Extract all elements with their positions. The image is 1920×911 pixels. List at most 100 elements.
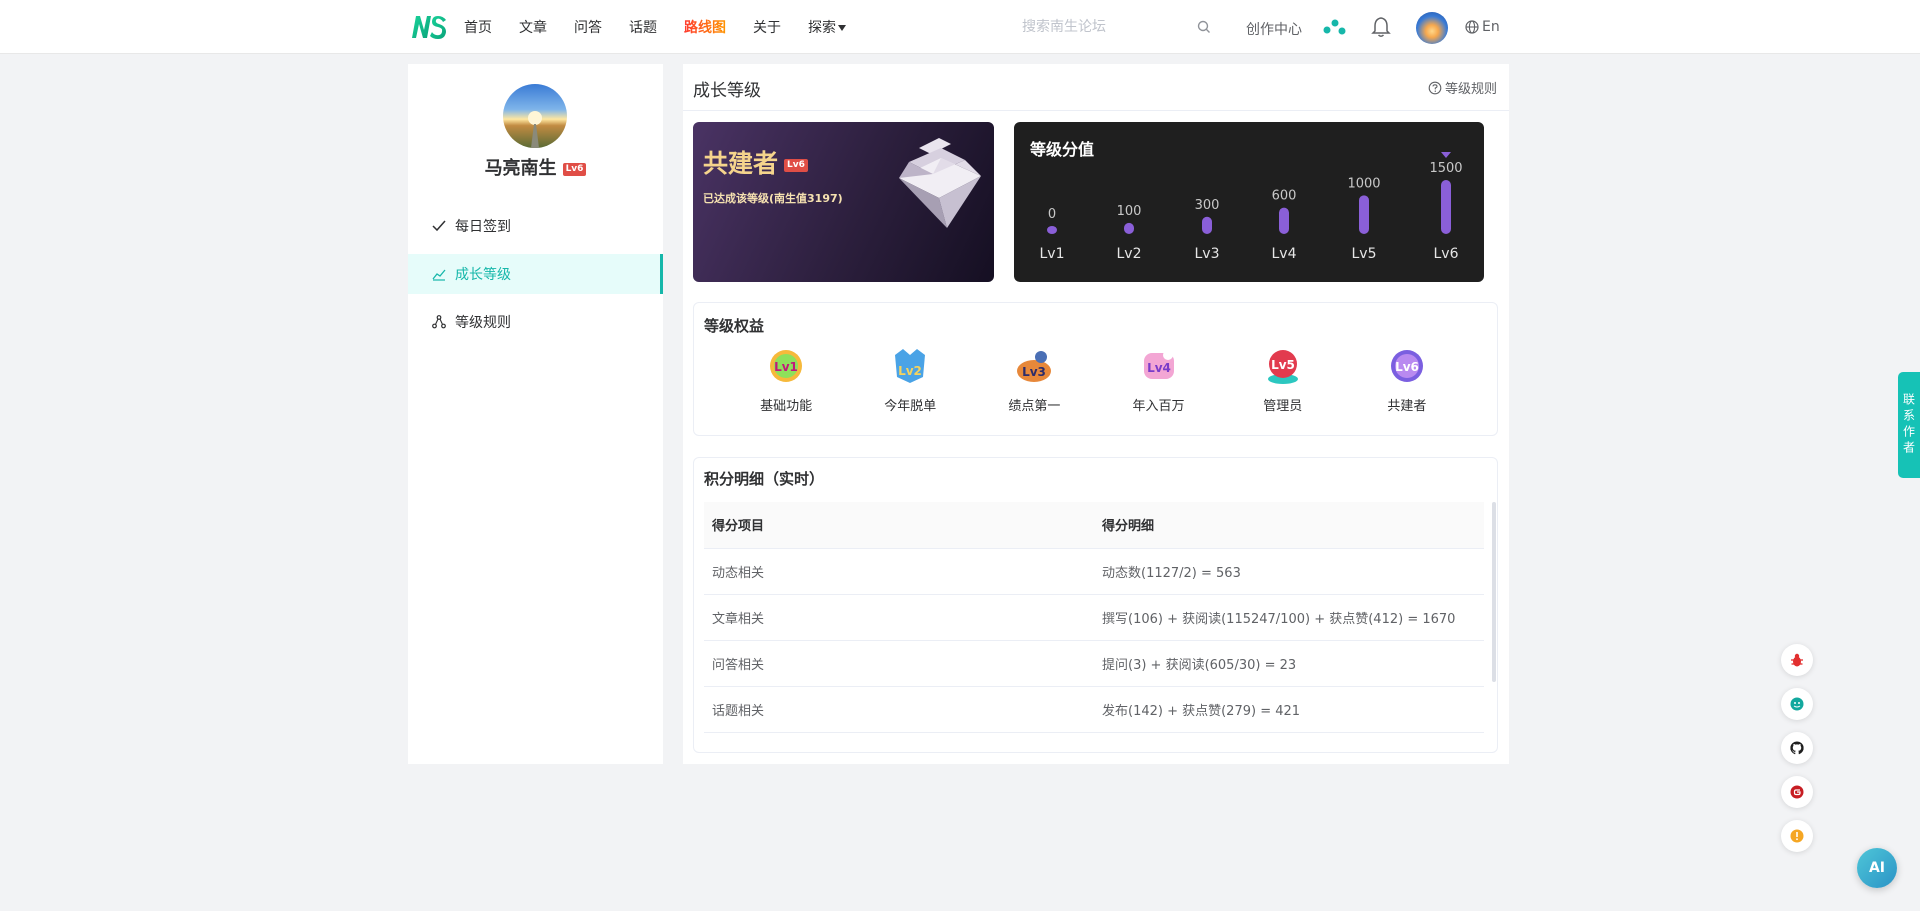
table-cell: 文章相关 xyxy=(704,594,1094,641)
chat-button[interactable] xyxy=(1781,688,1813,720)
profile-name-text: 马亮南生 xyxy=(484,158,557,179)
sidebar-item-label: 等级规则 xyxy=(455,315,511,331)
current-level-card: 共建者 Lv6 已达成该等级(南生值3197) xyxy=(693,122,994,282)
logo-icon[interactable] xyxy=(410,12,448,42)
lv4-badge-icon: Lv4 xyxy=(1143,350,1174,379)
level-value-label: 300 xyxy=(1195,198,1220,213)
nav-roadmap[interactable]: 路线图 xyxy=(684,17,726,37)
sidebar-item-label: 成长等级 xyxy=(455,267,511,283)
table-row: 文章相关 撰写(106) + 获阅读(115247/100) + 获点赞(412… xyxy=(704,594,1484,641)
level-name-label: Lv5 xyxy=(1352,246,1377,262)
level-bar-Lv2 xyxy=(1124,222,1134,234)
svg-text:Lv1: Lv1 xyxy=(774,360,798,374)
lv5-badge-icon: Lv5 xyxy=(1267,350,1298,384)
divider xyxy=(683,110,1509,111)
page-title: 成长等级 xyxy=(693,81,761,101)
nav-explore[interactable]: 探索 xyxy=(808,17,846,37)
question-circle-icon xyxy=(1428,81,1442,94)
table-row: 问答相关 提问(3) + 获阅读(605/30) = 23 xyxy=(704,640,1484,687)
nav-qa[interactable]: 问答 xyxy=(574,17,602,37)
column-header: 得分明细 xyxy=(1094,502,1484,549)
right-item[interactable]: Lv2 今年脱单 xyxy=(865,345,955,414)
lv2-badge-icon: Lv2 xyxy=(895,349,926,383)
current-level-title: 共建者 xyxy=(703,149,779,178)
current-level-marker-icon xyxy=(1441,152,1451,158)
svg-text:Lv6: Lv6 xyxy=(1395,360,1419,374)
right-label: 共建者 xyxy=(1387,399,1427,414)
globe-icon xyxy=(1465,20,1479,34)
main-nav: 首页 文章 问答 话题 路线图 关于 探索 xyxy=(464,0,873,54)
right-label: 今年脱单 xyxy=(884,399,937,414)
nav-about[interactable]: 关于 xyxy=(753,17,781,37)
current-level-desc: 已达成该等级(南生值3197) xyxy=(703,192,843,205)
language-label: En xyxy=(1482,19,1500,35)
nav-home[interactable]: 首页 xyxy=(464,17,492,37)
right-label: 绩点第一 xyxy=(1008,399,1061,414)
level-name-label: Lv4 xyxy=(1272,246,1297,262)
right-item[interactable]: Lv5 管理员 xyxy=(1238,345,1328,414)
network-icon xyxy=(432,315,446,329)
user-avatar[interactable] xyxy=(1416,12,1448,44)
gitee-icon xyxy=(1790,785,1804,799)
profile-name: 马亮南生 Lv6 xyxy=(408,154,663,180)
nav-topics[interactable]: 话题 xyxy=(629,17,657,37)
right-item[interactable]: Lv6 共建者 xyxy=(1362,345,1452,414)
nav-articles[interactable]: 文章 xyxy=(519,17,547,37)
sidebar-item-label: 每日签到 xyxy=(455,219,511,235)
creator-center-link[interactable]: 创作中心 xyxy=(1246,19,1302,39)
github-button[interactable] xyxy=(1781,732,1813,764)
sidebar-item-growth-level[interactable]: 成长等级 xyxy=(408,254,663,294)
rights-list: Lv1 基础功能 Lv2 今年脱单 Lv3 绩点第一 Lv4 年入百万 Lv5 … xyxy=(694,345,1499,414)
profile-avatar[interactable] xyxy=(503,84,567,148)
level-name-label: Lv2 xyxy=(1117,246,1142,262)
search-input[interactable] xyxy=(1010,12,1190,42)
level-rules-link[interactable]: 等级规则 xyxy=(1428,78,1497,97)
top-header: 首页 文章 问答 话题 路线图 关于 探索 创作中心 En xyxy=(0,0,1920,54)
level-bar-Lv6 xyxy=(1441,180,1451,234)
column-header: 得分项目 xyxy=(704,502,1094,549)
contact-author-tab[interactable]: 联系作者 xyxy=(1898,372,1920,478)
language-switch[interactable]: En xyxy=(1464,19,1500,35)
table-cell: 问答相关 xyxy=(704,640,1094,687)
level-name-label: Lv1 xyxy=(1040,246,1065,262)
level-value-label: 1000 xyxy=(1347,176,1380,191)
level-value-label: 1500 xyxy=(1429,161,1462,176)
table-cell: 发布(142) + 获点赞(279) = 421 xyxy=(1094,686,1484,733)
level-value-label: 100 xyxy=(1117,204,1142,219)
ai-assistant-button[interactable]: AI xyxy=(1857,848,1897,888)
right-label: 管理员 xyxy=(1263,399,1303,414)
svg-text:Lv3: Lv3 xyxy=(1022,365,1046,379)
lv1-badge-icon: Lv1 xyxy=(770,350,803,382)
level-bar-Lv5 xyxy=(1359,195,1369,234)
right-label: 年入百万 xyxy=(1132,399,1185,414)
sidebar-menu: 每日签到 成长等级 等级规则 xyxy=(408,206,663,350)
lv6-badge-icon: Lv6 xyxy=(1390,350,1423,382)
table-cell: 提问(3) + 获阅读(605/30) = 23 xyxy=(1094,640,1484,687)
sidebar-item-daily-checkin[interactable]: 每日签到 xyxy=(408,206,663,246)
svg-text:Lv5: Lv5 xyxy=(1271,358,1295,372)
table-cell: 动态相关 xyxy=(704,548,1094,595)
right-label: 基础功能 xyxy=(760,399,813,414)
bell-icon[interactable] xyxy=(1371,16,1391,38)
right-item[interactable]: Lv4 年入百万 xyxy=(1114,345,1204,414)
level-name-label: Lv3 xyxy=(1195,246,1220,262)
sidebar-item-level-rules[interactable]: 等级规则 xyxy=(408,302,663,342)
svg-text:Lv4: Lv4 xyxy=(1147,361,1171,375)
right-item[interactable]: Lv1 基础功能 xyxy=(741,345,831,414)
table-row: 动态相关 动态数(1127/2) = 563 xyxy=(704,548,1484,595)
table-scrollbar[interactable] xyxy=(1492,502,1496,682)
check-icon xyxy=(432,220,446,232)
table-cell: 话题相关 xyxy=(704,686,1094,733)
level-value-label: 600 xyxy=(1272,189,1297,204)
lv3-badge-icon: Lv3 xyxy=(1017,351,1052,382)
apps-dots-icon[interactable] xyxy=(1322,17,1348,37)
profile-sidebar: 马亮南生 Lv6 每日签到 成长等级 等级规则 xyxy=(408,64,663,764)
sunset-road-image xyxy=(528,111,542,148)
notice-button[interactable] xyxy=(1781,820,1813,852)
gitee-button[interactable] xyxy=(1781,776,1813,808)
level-rules-label: 等级规则 xyxy=(1444,82,1497,97)
bug-report-button[interactable] xyxy=(1781,644,1813,676)
search-icon[interactable] xyxy=(1196,19,1212,35)
right-item[interactable]: Lv3 绩点第一 xyxy=(989,345,1079,414)
score-detail-table: 得分项目 得分明细 动态相关 动态数(1127/2) = 563 文章相关 撰写… xyxy=(704,502,1484,733)
